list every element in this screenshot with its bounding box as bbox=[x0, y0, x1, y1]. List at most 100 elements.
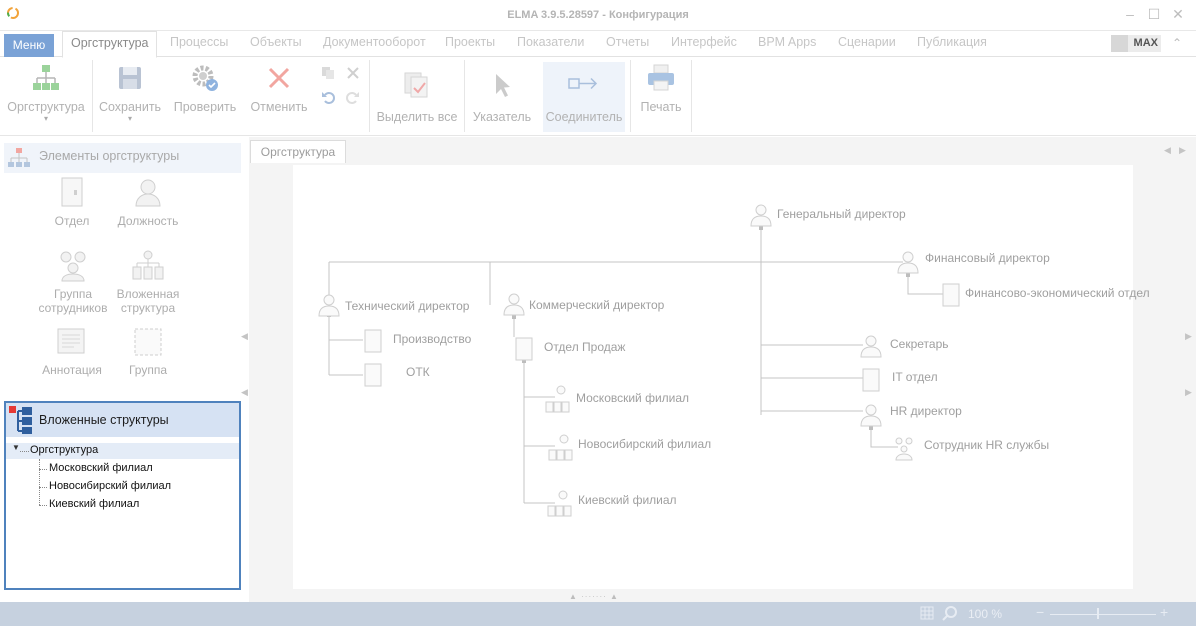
zoom-level: 100 % bbox=[968, 607, 1003, 621]
qc-icon bbox=[364, 363, 382, 387]
node-fin-econ-dept[interactable]: Финансово-экономический отдел bbox=[965, 286, 1150, 300]
nested-structure-icon bbox=[132, 250, 164, 280]
panel-splitter[interactable]: ◀ ◀ bbox=[241, 137, 249, 602]
document-tab-orgstructure[interactable]: Оргструктура bbox=[250, 140, 346, 163]
node-tech-director[interactable]: Технический директор bbox=[345, 299, 469, 313]
element-employee-group-label-1: Группа bbox=[53, 287, 93, 301]
element-position-label: Должность bbox=[117, 214, 179, 228]
tab-reports[interactable]: Отчеты bbox=[606, 35, 649, 49]
status-bar: 100 % − + bbox=[0, 602, 1196, 626]
tree-item-moscow[interactable]: Московский филиал bbox=[49, 462, 153, 474]
node-it-dept[interactable]: IT отдел bbox=[892, 370, 938, 384]
zoom-slider-track[interactable] bbox=[1050, 614, 1156, 615]
node-cfo[interactable]: Финансовый директор bbox=[925, 251, 1050, 265]
tab-scroll-right-icon[interactable]: ▶ bbox=[1179, 145, 1186, 156]
elements-panel-title: Элементы оргструктуры bbox=[39, 149, 180, 163]
element-department[interactable]: Отдел bbox=[42, 177, 102, 228]
canvas-scroll-arrow-icon[interactable]: ▶ bbox=[1185, 331, 1192, 342]
element-group-label: Группа bbox=[128, 363, 168, 377]
diagram-paper: Генеральный директор Финансовый директор… bbox=[293, 165, 1150, 589]
ribbon-toolbar: Оргструктура ▾ Сохранить ▾ Проверить Отм… bbox=[0, 58, 1196, 136]
connector-arrow-icon bbox=[568, 77, 598, 90]
diagram-canvas-area: Оргструктура ◀ ▶ Генеральный директор Фи… bbox=[249, 137, 1196, 602]
check-button[interactable]: Проверить bbox=[172, 62, 238, 114]
secretary-icon bbox=[865, 335, 877, 347]
element-group[interactable]: Группа bbox=[118, 327, 178, 377]
select-all-label: Выделить все bbox=[376, 110, 458, 124]
zoom-out-button[interactable]: − bbox=[1036, 604, 1044, 620]
tree-expand-icon[interactable]: ▼ bbox=[12, 443, 20, 452]
node-production[interactable]: Производство bbox=[393, 332, 471, 346]
pointer-button[interactable]: Указатель bbox=[469, 70, 535, 124]
annotation-icon bbox=[57, 328, 85, 354]
zoom-in-button[interactable]: + bbox=[1160, 604, 1168, 620]
select-all-button[interactable]: Выделить все bbox=[374, 70, 460, 124]
node-kiev[interactable]: Киевский филиал bbox=[578, 493, 677, 507]
max-badge: MAX bbox=[1111, 35, 1161, 52]
element-annotation[interactable]: Аннотация bbox=[36, 327, 108, 377]
commercial-director-icon bbox=[508, 293, 520, 305]
tree-connector bbox=[20, 451, 29, 452]
department-icon bbox=[61, 177, 83, 207]
collapse-ribbon-icon[interactable]: ⌃ bbox=[1172, 36, 1182, 50]
tree-item-kiev[interactable]: Киевский филиал bbox=[49, 498, 139, 510]
element-position[interactable]: Должность bbox=[112, 177, 184, 228]
zoom-search-icon[interactable] bbox=[942, 605, 958, 621]
redo-icon[interactable] bbox=[346, 90, 360, 104]
tab-interface[interactable]: Интерфейс bbox=[671, 35, 737, 49]
node-secretary[interactable]: Секретарь bbox=[890, 337, 949, 351]
node-sales-dept[interactable]: Отдел Продаж bbox=[544, 340, 625, 354]
grid-toggle-icon[interactable] bbox=[920, 606, 934, 620]
it-dept-icon bbox=[862, 368, 880, 392]
canvas-scroll-arrow-icon[interactable]: ▶ bbox=[1185, 387, 1192, 398]
undo-icon[interactable] bbox=[321, 90, 335, 104]
group-frame-icon bbox=[134, 328, 162, 356]
element-employee-group-label-2: сотрудников bbox=[38, 301, 108, 315]
tab-bpm-apps[interactable]: BPM Apps bbox=[758, 35, 816, 49]
node-hr-staff[interactable]: Сотрудник HR службы bbox=[924, 438, 1049, 452]
orgstructure-icon bbox=[33, 65, 59, 90]
node-qc[interactable]: ОТК bbox=[406, 365, 430, 379]
node-hr-director[interactable]: HR директор bbox=[890, 404, 962, 418]
minimize-button[interactable]: – bbox=[1122, 6, 1138, 22]
splitter-arrow-icon: ◀ bbox=[241, 331, 248, 341]
node-commercial-director[interactable]: Коммерческий директор bbox=[529, 298, 664, 312]
node-moscow[interactable]: Московский филиал bbox=[576, 391, 689, 405]
gear-check-icon bbox=[192, 65, 218, 91]
tree-item-novosibirsk[interactable]: Новосибирский филиал bbox=[49, 480, 171, 492]
tech-director-icon bbox=[323, 294, 335, 306]
zoom-slider-thumb[interactable] bbox=[1097, 608, 1099, 619]
maximize-button[interactable]: ☐ bbox=[1146, 6, 1162, 22]
tree-root-orgstructure[interactable]: ▼ Оргструктура bbox=[6, 443, 239, 459]
tab-indicators[interactable]: Показатели bbox=[517, 35, 584, 49]
menu-button[interactable]: Меню bbox=[4, 34, 54, 57]
node-novosibirsk[interactable]: Новосибирский филиал bbox=[578, 437, 711, 451]
close-button[interactable]: ✕ bbox=[1170, 6, 1186, 22]
tab-projects[interactable]: Проекты bbox=[445, 35, 495, 49]
element-nested-structure-label-1: Вложенная bbox=[116, 287, 180, 301]
tab-publication[interactable]: Публикация bbox=[917, 35, 987, 49]
delete-icon[interactable] bbox=[346, 66, 360, 80]
tab-scroll-left-icon[interactable]: ◀ bbox=[1164, 145, 1171, 156]
node-ceo[interactable]: Генеральный директор bbox=[777, 207, 906, 221]
cancel-button[interactable]: Отменить bbox=[246, 62, 312, 114]
tab-document-flow[interactable]: Документооборот bbox=[323, 35, 426, 49]
connector-label: Соединитель bbox=[545, 110, 623, 124]
save-button[interactable]: Сохранить ▾ bbox=[97, 62, 163, 123]
connector-button[interactable]: Соединитель bbox=[543, 70, 625, 124]
print-button[interactable]: Печать bbox=[634, 62, 688, 114]
tab-objects[interactable]: Объекты bbox=[250, 35, 302, 49]
element-employee-group[interactable]: Группа сотрудников bbox=[34, 250, 112, 315]
tab-processes[interactable]: Процессы bbox=[170, 35, 228, 49]
print-label: Печать bbox=[640, 100, 682, 114]
tab-orgstructure[interactable]: Оргструктура bbox=[62, 31, 158, 58]
save-label: Сохранить bbox=[98, 100, 162, 114]
tab-scenarios[interactable]: Сценарии bbox=[838, 35, 896, 49]
splitter-arrow-icon: ◀ bbox=[241, 387, 248, 397]
sales-dept-icon bbox=[515, 337, 533, 361]
horizontal-splitter-grip[interactable]: ▲ ······· ▲ bbox=[569, 592, 625, 601]
ribbon-separator bbox=[369, 60, 370, 132]
element-nested-structure[interactable]: Вложенная структура bbox=[112, 250, 184, 315]
orgstructure-button[interactable]: Оргструктура ▾ bbox=[6, 62, 86, 123]
copy-icon[interactable] bbox=[321, 66, 335, 80]
